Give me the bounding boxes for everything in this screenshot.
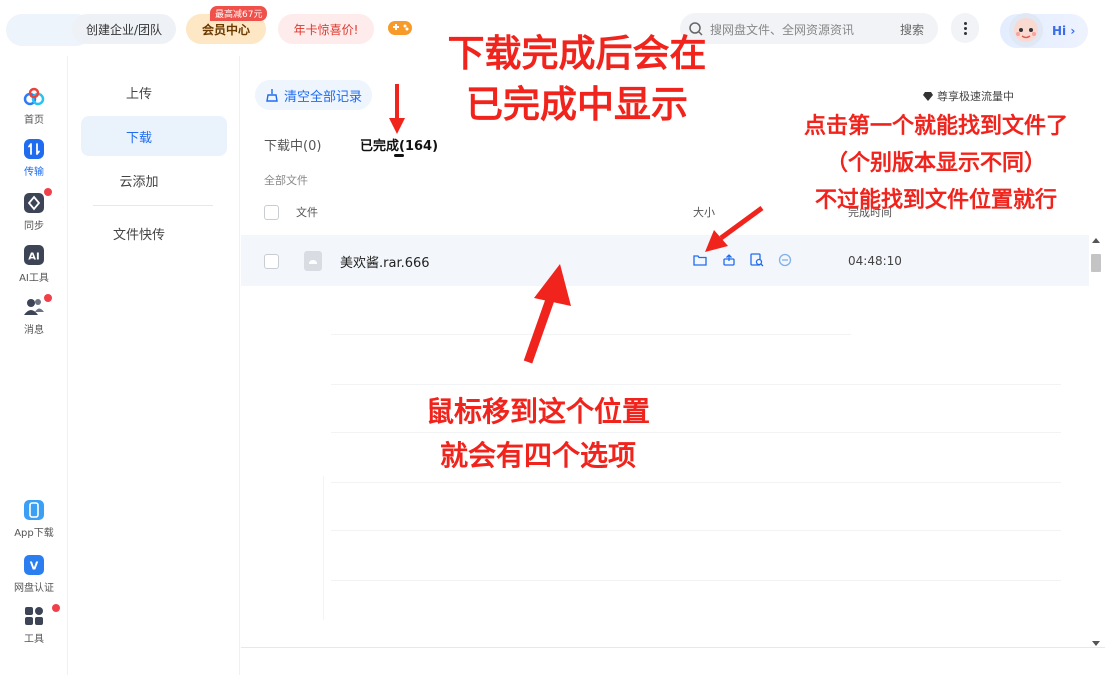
verify-shield-icon: V — [24, 555, 44, 575]
rail-label: 网盘认证 — [14, 583, 54, 594]
more-dot-icon — [963, 31, 967, 35]
diamond-icon — [923, 92, 933, 101]
rail-item-sync[interactable]: 同步 — [0, 192, 68, 232]
rail-item-ai-tools[interactable]: AI AI工具 — [0, 244, 68, 284]
annotation-hover-hint: 鼠标移到这个位置 就会有四个选项 — [388, 390, 688, 478]
left-nav-rail: 首页 传输 同步 AI AI工具 消息 App下载 V 网盘认证 工具 — [0, 56, 68, 675]
svg-text:V: V — [30, 560, 39, 573]
grid-tools-icon — [25, 607, 43, 625]
annotation-line: 点击第一个就能找到文件了 — [803, 114, 1068, 139]
annotation-open-folder-hint: 点击第一个就能找到文件了 （个别版本显示不同） 不过能找到文件位置就行 — [762, 108, 1105, 219]
more-menu-button[interactable] — [951, 13, 979, 43]
rail-label: 首页 — [24, 115, 44, 126]
annotation-completed-hint: 下载完成后会在 已完成中显示 — [402, 28, 752, 130]
archive-file-icon — [304, 251, 322, 271]
more-dot-icon — [963, 21, 967, 25]
annotation-line: （个别版本显示不同） — [825, 151, 1046, 176]
scroll-thumb[interactable] — [1091, 254, 1101, 272]
annotation-line: 不过能找到文件位置就行 — [814, 188, 1057, 213]
clear-all-records-button[interactable]: 清空全部记录 — [255, 80, 373, 110]
rail-label: 同步 — [24, 221, 44, 232]
delete-record-icon[interactable] — [778, 253, 792, 267]
messages-notification-dot — [44, 294, 52, 302]
column-header-file[interactable]: 文件 — [296, 204, 318, 220]
locate-file-icon[interactable] — [750, 253, 764, 267]
search-button[interactable]: 搜索 — [900, 21, 924, 38]
rail-label: 传输 — [24, 167, 44, 178]
annotation-line: 下载完成后会在 — [447, 32, 707, 75]
rail-item-verify[interactable]: V 网盘认证 — [0, 554, 68, 594]
more-dot-icon — [963, 26, 967, 30]
tab-completed[interactable]: 已完成(164) — [360, 135, 438, 154]
column-header-size[interactable]: 大小 — [693, 204, 715, 220]
active-tab-indicator — [394, 154, 404, 157]
completed-time: 04:48:10 — [848, 254, 902, 268]
transfer-icon — [24, 139, 44, 159]
file-name[interactable]: 美欢酱.rar.666 — [340, 252, 430, 271]
scrollbar[interactable] — [1089, 236, 1103, 648]
save-to-cloud-icon[interactable] — [722, 253, 736, 267]
sync-icon — [24, 193, 44, 213]
rail-item-transfer[interactable]: 传输 — [0, 138, 68, 178]
row-divider — [331, 530, 1061, 531]
row-divider — [331, 580, 1061, 581]
vip-discount-badge: 最高减67元 — [210, 6, 268, 21]
speed-status[interactable]: 尊享极速流量中 — [923, 88, 1014, 104]
create-org-button[interactable]: 创建企业/团队 — [72, 14, 176, 44]
ai-tools-icon: AI — [24, 245, 44, 265]
breadcrumb[interactable]: 全部文件 — [264, 172, 308, 188]
annotation-line: 已完成中显示 — [466, 83, 688, 126]
rail-item-messages[interactable]: 消息 — [0, 296, 68, 336]
annotation-line: 鼠标移到这个位置 — [425, 395, 650, 428]
annotation-line: 就会有四个选项 — [439, 439, 636, 472]
column-divider — [323, 476, 324, 620]
tab-downloading[interactable]: 下载中(0) — [264, 135, 321, 154]
speed-status-label: 尊享极速流量中 — [937, 90, 1014, 103]
rail-label: 消息 — [24, 325, 44, 336]
avatar[interactable] — [1006, 8, 1046, 52]
rail-item-home[interactable]: 首页 — [0, 86, 68, 126]
row-divider — [331, 482, 1061, 483]
tools-notification-dot — [52, 604, 60, 612]
subnav-item-quick-transfer[interactable]: 文件快传 — [81, 213, 227, 253]
row-divider — [331, 384, 1061, 385]
subnav-divider — [93, 205, 213, 206]
scroll-up-arrow[interactable] — [1092, 238, 1100, 243]
row-divider — [331, 334, 851, 335]
open-folder-icon[interactable] — [693, 253, 707, 267]
rail-label: AI工具 — [19, 273, 49, 284]
subnav-item-cloud-add[interactable]: 云添加 — [81, 160, 227, 200]
rail-item-app-download[interactable]: App下载 — [0, 499, 68, 539]
rail-label: 工具 — [24, 634, 44, 645]
svg-text:AI: AI — [28, 252, 39, 263]
clear-all-label: 清空全部记录 — [284, 89, 363, 105]
bottom-divider — [241, 647, 1105, 648]
transfer-subnav: 上传 下载 云添加 文件快传 — [69, 56, 240, 675]
table-row[interactable]: 美欢酱.rar.666 04:48:10 — [241, 235, 1089, 286]
broom-icon — [266, 89, 278, 102]
sync-notification-dot — [44, 188, 52, 196]
annual-card-promo-button[interactable]: 年卡惊喜价! — [278, 14, 374, 44]
cloud-home-icon — [23, 87, 45, 106]
hi-label[interactable]: Hi › — [1052, 24, 1075, 38]
phone-icon — [24, 500, 44, 520]
scroll-down-arrow[interactable] — [1092, 641, 1100, 646]
select-all-checkbox[interactable] — [264, 205, 279, 220]
messages-icon — [24, 299, 44, 315]
subnav-item-download[interactable]: 下载 — [81, 116, 227, 156]
rail-label: App下载 — [14, 528, 54, 539]
subnav-item-upload[interactable]: 上传 — [81, 72, 227, 112]
row-checkbox[interactable] — [264, 254, 279, 269]
